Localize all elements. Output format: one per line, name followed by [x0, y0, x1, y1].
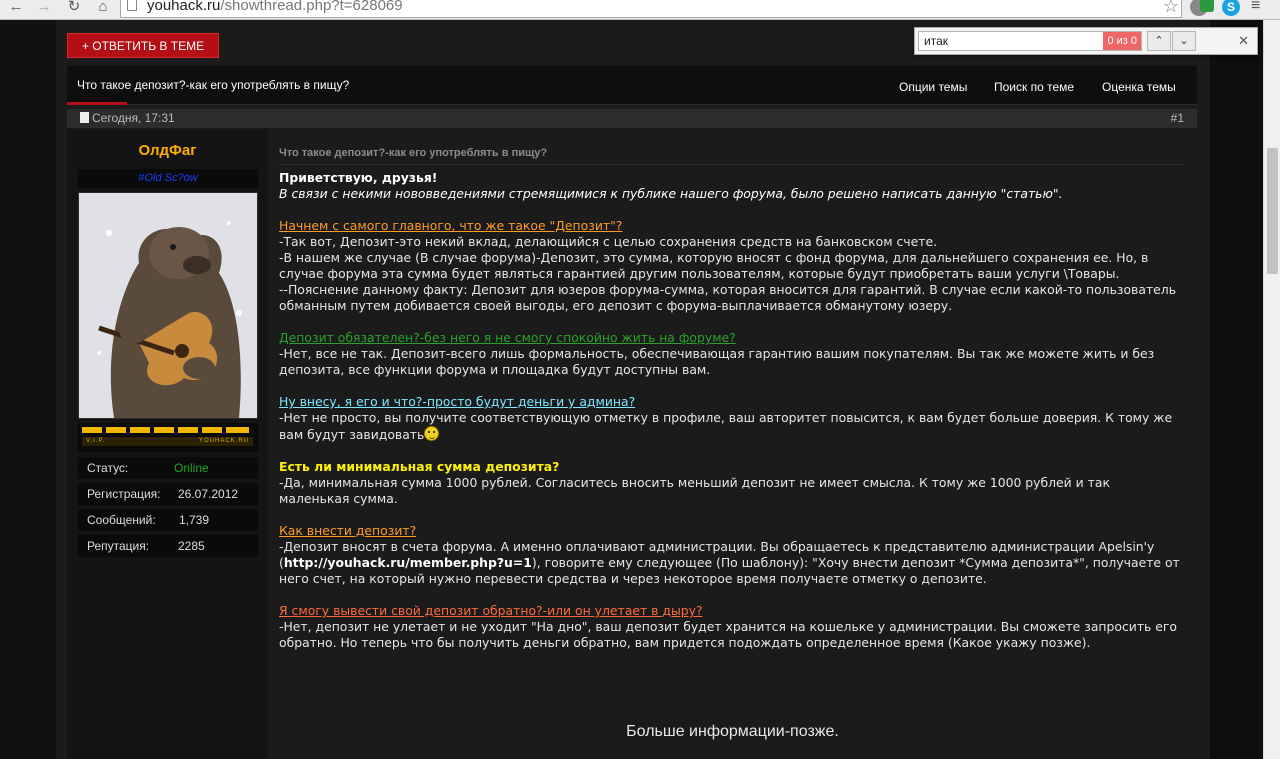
section-heading: Депозит обязателен?-без него я не смогу …	[279, 330, 736, 345]
user-avatar[interactable]	[78, 192, 258, 419]
menu-icon[interactable]: ≡	[1251, 0, 1260, 15]
address-bar[interactable]: youhack.ru/showthread.php?t=628069 ☆	[120, 0, 1182, 18]
page-right-background	[1210, 20, 1263, 759]
find-next-icon[interactable]: ⌄	[1172, 31, 1196, 51]
url-text: youhack.ru/showthread.php?t=628069	[147, 0, 403, 14]
thread-title-underline	[67, 102, 127, 105]
post-title: Что такое депозит?-как его употреблять в…	[279, 147, 548, 159]
bookmark-star-icon[interactable]: ☆	[1163, 0, 1179, 17]
scrollbar-thumb[interactable]	[1267, 148, 1278, 274]
member-profile-link[interactable]: http://youhack.ru/member.php?u=1	[284, 555, 532, 570]
post-date-row: Сегодня, 17:31 #1	[67, 109, 1197, 128]
reply-in-thread-button[interactable]: + ОТВЕТИТЬ В ТЕМЕ	[67, 33, 219, 58]
find-previous-icon[interactable]: ⌃	[1147, 31, 1171, 51]
home-icon[interactable]: ⌂	[93, 0, 113, 16]
section-heading: Ну внесу, я его и что?-просто будут день…	[279, 394, 636, 409]
paragraph: -Нет не просто, вы получите соответствую…	[279, 410, 1173, 442]
paragraph: -Депозит вносят в счета форума. А именно…	[279, 539, 1180, 586]
thread-title: Что такое депозит?-как его употреблять в…	[77, 78, 350, 92]
paragraph: --Пояснение данному факту: Депозит для ю…	[279, 282, 1177, 313]
extension-green-icon[interactable]	[1200, 0, 1214, 12]
section-heading: Я смогу вывести свой депозит обратно?-ил…	[279, 603, 703, 618]
online-status: Online	[174, 461, 209, 475]
page-left-background	[0, 20, 56, 759]
smiley-icon	[424, 426, 440, 441]
posts-count-row: Сообщений: 1,739	[78, 509, 258, 531]
status-row: Статус: Online	[78, 457, 258, 479]
greeting: Приветствую, друзья!	[279, 170, 438, 185]
paragraph: -Нет, все не так. Депозит-всего лишь фор…	[279, 346, 1155, 377]
find-input[interactable]: итак 0 из 0	[918, 31, 1142, 51]
registration-row: Регистрация: 26.07.2012	[78, 483, 258, 505]
post-container: Что такое депозит?-как его употреблять в…	[268, 129, 1197, 759]
post-body: Приветствую, друзья! В связи с некими но…	[279, 170, 1184, 651]
username-link[interactable]: ОлдФаг	[67, 142, 268, 159]
thread-search-link[interactable]: Поиск по теме	[994, 80, 1074, 94]
reload-icon[interactable]: ↻	[64, 0, 84, 16]
vip-badge: V.I.P. YOUHACK.RU	[78, 423, 258, 452]
thread-options-link[interactable]: Опции темы	[899, 80, 967, 94]
section-heading: Как внести депозит?	[279, 523, 417, 538]
section-heading: Начнем с самого главного, что же такое "…	[279, 218, 623, 233]
find-close-icon[interactable]: ✕	[1238, 33, 1249, 49]
userinfo-panel: ОлдФаг #Old Sc?ow V.I.P. YOUHACK.RU Стату…	[67, 129, 268, 759]
post-document-icon	[80, 112, 89, 123]
intro-text: В связи с некими нововведениями стремящи…	[279, 186, 1063, 201]
post-divider	[279, 164, 1184, 165]
more-info-later: Больше информации-позже.	[626, 723, 839, 740]
thread-header: Что такое депозит?-как его употреблять в…	[67, 66, 1197, 105]
thread-rating-link[interactable]: Оценка темы	[1102, 80, 1176, 94]
page-icon	[127, 0, 137, 11]
paragraph: -Нет, депозит не улетает и не уходит "На…	[279, 619, 1177, 650]
bear-with-guitar-image	[79, 193, 257, 418]
back-icon[interactable]: ←	[6, 0, 26, 16]
find-match-count: 0 из 0	[1103, 32, 1141, 50]
forward-icon[interactable]: →	[34, 0, 54, 16]
scrollbar[interactable]	[1263, 20, 1280, 759]
user-title: #Old Sc?ow	[78, 169, 258, 188]
section-heading: Есть ли минимальная сумма депозита?	[279, 459, 560, 474]
browser-toolbar: ← → ↻ ⌂ youhack.ru/showthread.php?t=6280…	[0, 0, 1280, 20]
skype-icon[interactable]: S	[1222, 0, 1240, 16]
paragraph: -Да, минимальная сумма 1000 рублей. Согл…	[279, 475, 1110, 506]
reputation-row: Репутация: 2285	[78, 535, 258, 557]
post-number-link[interactable]: #1	[1171, 111, 1184, 125]
find-bar: итак 0 из 0 ⌃ ⌄ ✕	[914, 27, 1258, 55]
post-date: Сегодня, 17:31	[80, 111, 175, 125]
paragraph: -Так вот, Депозит-это некий вклад, делаю…	[279, 234, 938, 249]
paragraph: -В нашем же случае (В случае форума)-Деп…	[279, 250, 1149, 281]
